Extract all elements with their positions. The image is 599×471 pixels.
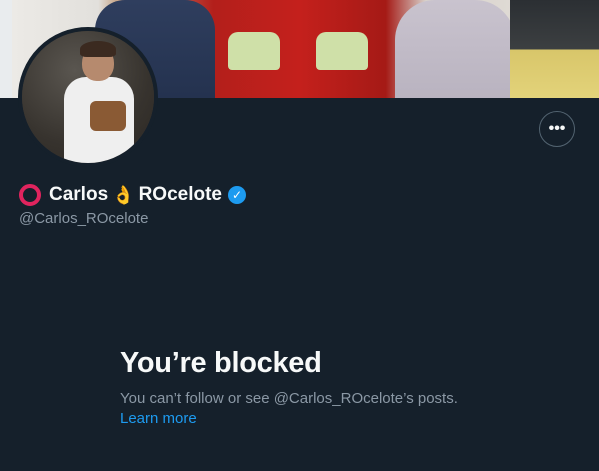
ok-hand-icon: 👌 (112, 185, 135, 205)
blocked-notice: You’re blocked You can’t follow or see @… (120, 346, 520, 429)
learn-more-link[interactable]: Learn more (120, 409, 197, 429)
avatar-hair (80, 41, 116, 57)
blocked-title: You’re blocked (120, 347, 322, 379)
banner-car-right (510, 0, 599, 98)
more-options-button[interactable]: ••• (539, 111, 575, 147)
display-name: Carlos 👌 ROcelote ✓ (19, 182, 246, 208)
more-options-icon: ••• (548, 120, 566, 137)
red-ring-icon (19, 184, 41, 206)
banner-person-right (395, 0, 515, 98)
avatar[interactable] (18, 27, 158, 167)
banner-car-vent-right (316, 32, 368, 70)
profile-handle: @Carlos_ROcelote (19, 210, 149, 227)
verified-badge-icon[interactable]: ✓ (227, 186, 246, 204)
avatar-bag (90, 101, 126, 131)
banner-car-vent-left (228, 32, 280, 70)
blocked-description: You can’t follow or see @Carlos_ROcelote… (120, 390, 458, 407)
display-name-last: ROcelote (138, 184, 222, 205)
display-name-first: Carlos (49, 184, 109, 205)
